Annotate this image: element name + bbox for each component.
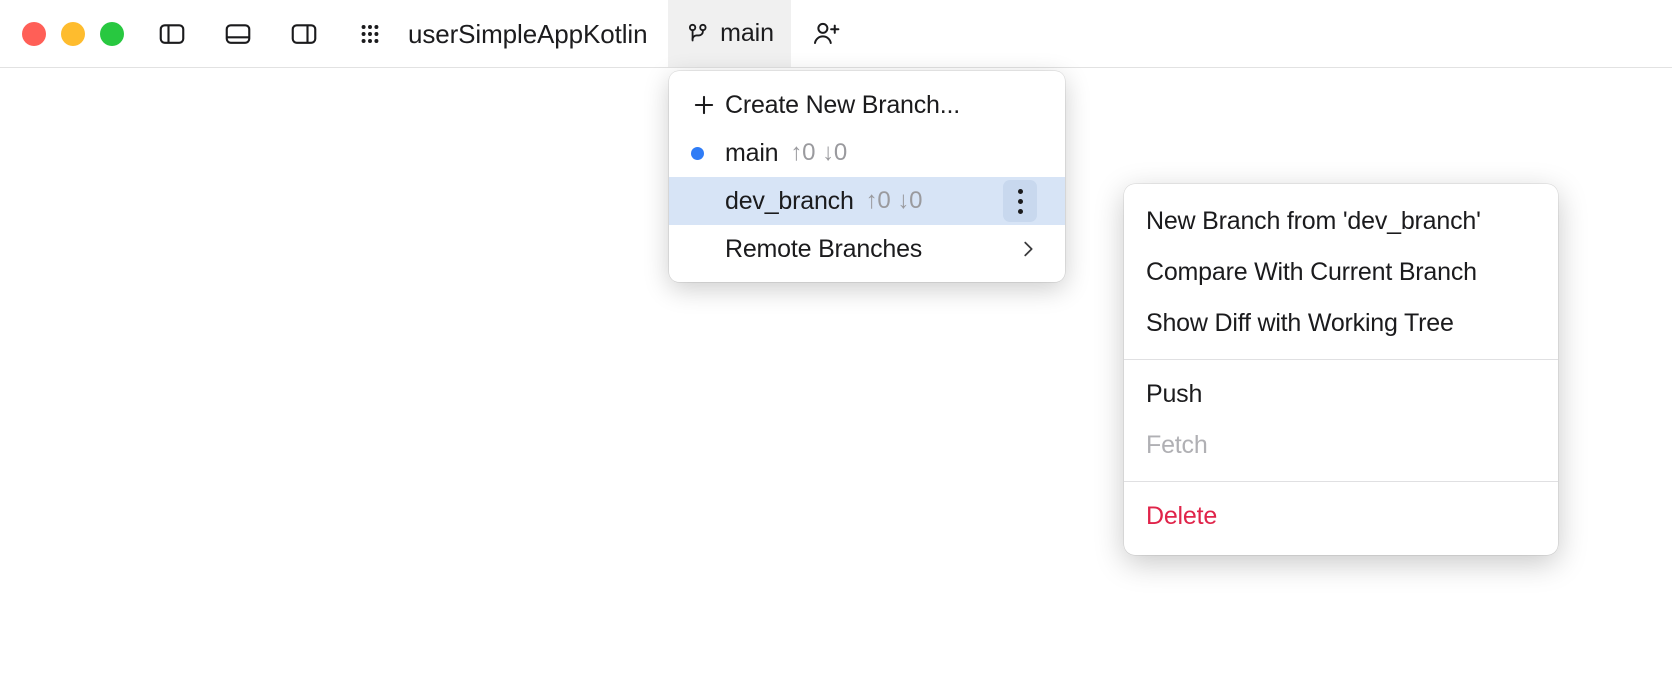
- maximize-window-button[interactable]: [100, 22, 124, 46]
- left-panel-toggle-icon[interactable]: [152, 14, 192, 54]
- project-title: userSimpleAppKotlin: [408, 19, 648, 49]
- titlebar: userSimpleAppKotlin main: [0, 0, 1672, 68]
- more-vertical-icon[interactable]: [1003, 180, 1037, 222]
- branch-dropdown-menu: Create New Branch... main ↑0 ↓0 dev_branc…: [669, 71, 1065, 282]
- behind-count: ↓0: [822, 139, 847, 166]
- application-window: userSimpleAppKotlin main Create New Bran…: [0, 0, 1672, 700]
- menu-item-branch-main[interactable]: main ↑0 ↓0: [669, 129, 1065, 177]
- branch-sync-counts: ↑0 ↓0: [790, 139, 847, 167]
- menu-separator: [1124, 359, 1558, 360]
- menu-item-label: Remote Branches: [725, 234, 923, 263]
- context-menu-item-label: Delete: [1146, 502, 1218, 530]
- window-controls: [22, 22, 124, 46]
- menu-item-label: Create New Branch...: [725, 90, 960, 119]
- branch-selector-button[interactable]: main: [668, 0, 791, 67]
- git-branch-icon: [685, 21, 711, 47]
- menu-item-label: dev_branch: [725, 186, 854, 215]
- menu-item-branch-dev-branch[interactable]: dev_branch ↑0 ↓0: [669, 177, 1065, 225]
- ahead-count: ↑0: [865, 187, 891, 214]
- chevron-right-icon: [1017, 238, 1039, 260]
- context-menu-item-fetch: Fetch: [1124, 420, 1558, 471]
- plus-icon: [691, 92, 725, 118]
- context-menu-item-new-branch-from[interactable]: New Branch from 'dev_branch': [1124, 196, 1558, 247]
- ahead-count: ↑0: [790, 139, 816, 166]
- branch-selector-label: main: [720, 19, 774, 47]
- menu-item-label: main: [725, 138, 779, 167]
- grid-apps-icon[interactable]: [350, 14, 390, 54]
- menu-separator: [1124, 481, 1558, 482]
- context-menu-item-label: Fetch: [1146, 431, 1208, 459]
- menu-item-create-new-branch[interactable]: Create New Branch...: [669, 81, 1065, 129]
- context-menu-item-delete[interactable]: Delete: [1124, 491, 1558, 542]
- right-panel-toggle-icon[interactable]: [284, 14, 324, 54]
- bottom-panel-toggle-icon[interactable]: [218, 14, 258, 54]
- context-menu-item-show-diff-with-working-tree[interactable]: Show Diff with Working Tree: [1124, 298, 1558, 349]
- context-menu-item-push[interactable]: Push: [1124, 369, 1558, 420]
- toolbar-panel-toggles: [152, 14, 390, 54]
- branch-sync-counts: ↑0 ↓0: [866, 187, 923, 215]
- close-window-button[interactable]: [22, 22, 46, 46]
- context-menu-item-label: Show Diff with Working Tree: [1146, 309, 1454, 337]
- person-add-icon[interactable]: [800, 12, 852, 56]
- context-menu-item-compare-with-current-branch[interactable]: Compare With Current Branch: [1124, 247, 1558, 298]
- behind-count: ↓0: [897, 187, 923, 214]
- context-menu-item-label: Compare With Current Branch: [1146, 258, 1477, 286]
- menu-item-remote-branches[interactable]: Remote Branches: [669, 225, 1065, 273]
- branch-context-menu: New Branch from 'dev_branch' Compare Wit…: [1124, 184, 1558, 555]
- context-menu-item-label: New Branch from 'dev_branch': [1146, 207, 1481, 235]
- minimize-window-button[interactable]: [61, 22, 85, 46]
- context-menu-item-label: Push: [1146, 380, 1203, 408]
- current-branch-indicator-icon: [691, 146, 704, 160]
